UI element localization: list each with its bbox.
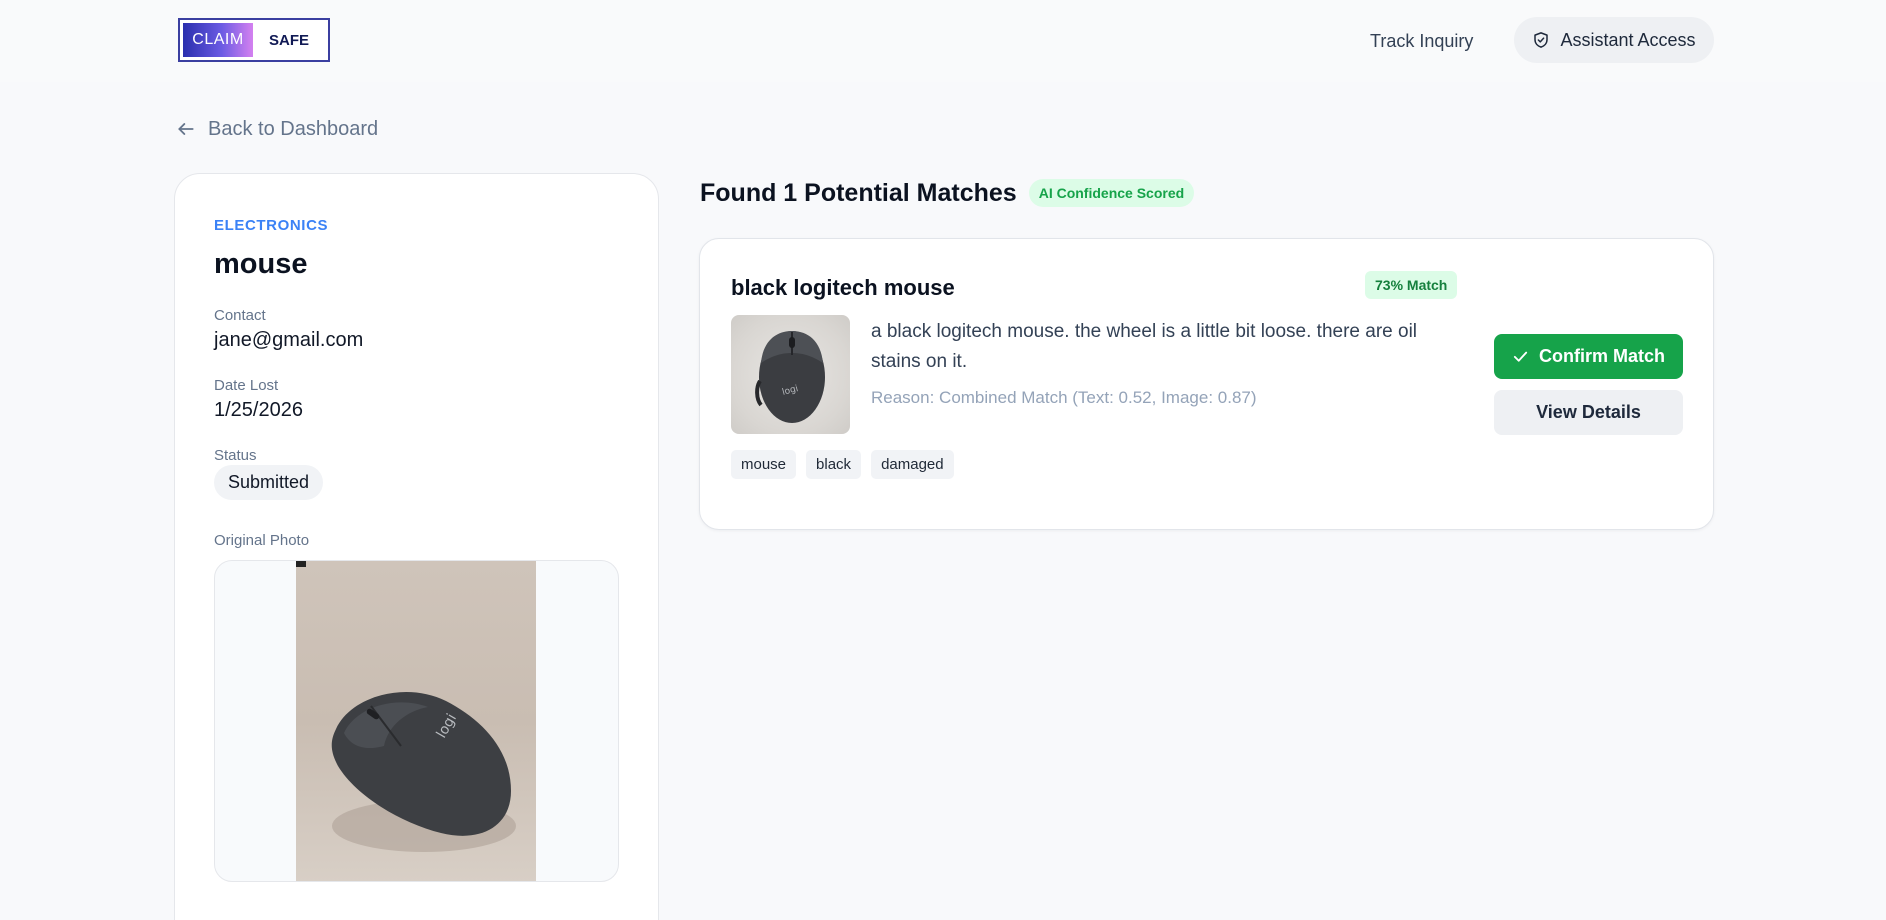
match-score-badge: 73% Match	[1365, 271, 1458, 299]
date-lost-value: 1/25/2026	[214, 399, 303, 421]
original-photo-frame: logi	[214, 560, 619, 882]
tag-chip: damaged	[871, 450, 954, 479]
ai-confidence-badge: AI Confidence Scored	[1028, 179, 1195, 207]
shield-check-icon	[1534, 32, 1549, 48]
back-link-label: Back to Dashboard	[208, 117, 379, 140]
item-title: mouse	[214, 248, 308, 280]
original-photo-label: Original Photo	[214, 532, 310, 549]
arrow-left-icon	[178, 123, 194, 135]
match-title: black logitech mouse	[731, 275, 955, 300]
status-badge: Submitted	[214, 465, 324, 500]
contact-label: Contact	[214, 307, 266, 324]
match-description: a black logitech mouse. the wheel is a l…	[871, 321, 1418, 372]
check-icon	[1513, 351, 1528, 362]
match-tags: mouse black damaged	[731, 450, 954, 479]
tag-chip: black	[806, 450, 862, 479]
status-label: Status	[214, 447, 257, 464]
logo-safe-text: SAFE	[268, 31, 309, 49]
confirm-match-label: Confirm Match	[1539, 346, 1665, 366]
results-heading: Found 1 Potential Matches AI Confidence …	[700, 175, 1195, 211]
match-reason: Reason: Combined Match (Text: 0.52, Imag…	[871, 388, 1257, 407]
top-navbar: CLAIM SAFE Track Inquiry Assistant Acces…	[0, 0, 1886, 82]
contact-value: jane@gmail.com	[214, 329, 364, 351]
assistant-access-button[interactable]: Assistant Access	[1514, 17, 1714, 63]
track-inquiry-link[interactable]: Track Inquiry	[1370, 26, 1473, 56]
tag-chip: mouse	[731, 450, 797, 479]
assistant-access-label: Assistant Access	[1560, 29, 1696, 50]
match-card: black logitech mouse 73% Match logi a bl…	[699, 238, 1714, 530]
back-to-dashboard-link[interactable]: Back to Dashboard	[176, 116, 378, 142]
logo-claim-text: CLAIM	[183, 23, 253, 57]
lost-item-card: ELECTRONICS mouse Contact jane@gmail.com…	[174, 173, 659, 920]
item-category: ELECTRONICS	[214, 217, 329, 234]
original-photo[interactable]: logi	[296, 561, 536, 881]
claimsafe-logo[interactable]: CLAIM SAFE	[178, 18, 330, 62]
confirm-match-button[interactable]: Confirm Match	[1494, 334, 1683, 379]
results-title: Found 1 Potential Matches	[700, 178, 1017, 207]
match-thumbnail[interactable]: logi	[731, 315, 850, 434]
date-lost-label: Date Lost	[214, 377, 279, 394]
view-details-button[interactable]: View Details	[1494, 390, 1683, 435]
